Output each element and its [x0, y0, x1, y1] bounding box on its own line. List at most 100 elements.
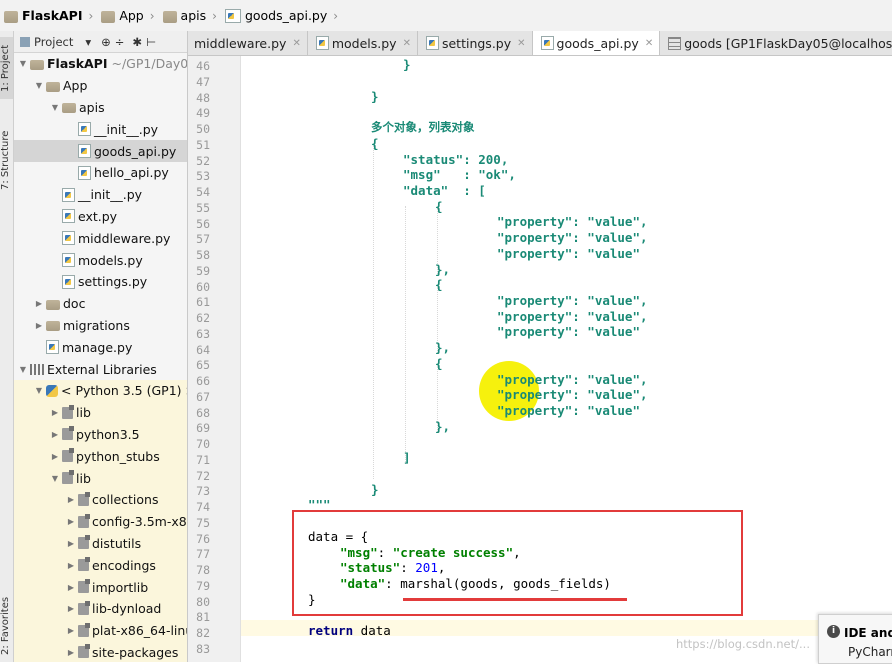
expand-arrow-icon[interactable]: ▼ — [18, 59, 28, 68]
notification-popup[interactable]: i IDE and PyCharm — [818, 614, 892, 664]
tree-item-apis[interactable]: ▼ apis — [14, 97, 187, 119]
breadcrumb-item-goods-api[interactable]: goods_api.py › — [221, 4, 342, 28]
tree-item-collections[interactable]: ▶ collections — [14, 488, 187, 511]
tab-goods-table[interactable]: goods [GP1FlaskDay05@localhost]✕ — [660, 31, 892, 55]
tab-models-py[interactable]: models.py ✕ — [308, 31, 418, 55]
line-number: 59 — [196, 263, 210, 278]
tree-item-plat-linux[interactable]: ▶ plat-x86_64-linux — [14, 619, 187, 642]
project-view-selector[interactable]: Project — [34, 35, 73, 49]
project-toolbar: Project ▾ ⊕ ÷ ✱ ⊢ — [14, 31, 187, 53]
tree-item-python35[interactable]: ▶ python3.5 — [14, 423, 187, 446]
tree-item-site-packages[interactable]: ▶ site-packages — [14, 641, 187, 662]
collapsed-arrow-icon[interactable]: ▶ — [66, 539, 76, 548]
breadcrumb-item-apis[interactable]: apis › — [159, 4, 221, 28]
close-icon[interactable]: ✕ — [645, 38, 653, 49]
collapsed-arrow-icon[interactable]: ▶ — [34, 299, 44, 308]
python-file-icon — [78, 165, 91, 180]
line-number: 48 — [196, 90, 210, 105]
tree-item-lib[interactable]: ▶ lib — [14, 401, 187, 424]
close-icon[interactable]: ✕ — [403, 38, 411, 49]
tree-item-init-py[interactable]: __init__.py — [14, 118, 187, 140]
expand-arrow-icon[interactable]: ▼ — [34, 386, 44, 395]
annotation-red-underline — [403, 598, 627, 601]
code-line-66: "property": "value", — [497, 372, 648, 387]
tree-item-python-sdk[interactable]: ▼ < Python 3.5 (GP1) > — [14, 379, 187, 402]
code-line-71: ] — [403, 450, 411, 465]
tree-item-hello-api-py[interactable]: hello_api.py — [14, 162, 187, 184]
collapsed-arrow-icon[interactable]: ▶ — [66, 604, 76, 613]
line-number: 73 — [196, 484, 210, 499]
folder-icon — [62, 103, 76, 114]
tree-item-goods-api-py[interactable]: goods_api.py — [14, 140, 187, 162]
tree-item-migrations[interactable]: ▶ migrations — [14, 315, 187, 337]
notification-title: IDE and — [844, 626, 892, 640]
tree-item-flaskapi[interactable]: ▼ FlaskAPI ~/GP1/Day05 — [14, 53, 187, 75]
collapsed-arrow-icon[interactable]: ▶ — [66, 648, 76, 657]
tree-item-app-init-py[interactable]: __init__.py — [14, 184, 187, 206]
tree-item-external-libraries[interactable]: ▼ External Libraries — [14, 358, 187, 380]
tree-item-python-stubs[interactable]: ▶ python_stubs — [14, 445, 187, 468]
collapsed-arrow-icon[interactable]: ▶ — [66, 626, 76, 635]
gear-icon[interactable]: ✱ — [132, 35, 142, 49]
python-file-icon — [224, 8, 241, 23]
tree-item-lib-expanded[interactable]: ▼ lib — [14, 467, 187, 489]
chevron-down-icon[interactable]: ▾ — [85, 35, 91, 49]
expand-arrow-icon[interactable]: ▼ — [50, 474, 60, 483]
expand-arrow-icon[interactable]: ▼ — [34, 81, 44, 90]
line-number-gutter: 46 47 48 49 50 51 52 53 54 55 56 57 58 59 60 61 62 63 64 65… — [188, 56, 241, 662]
code-line-67: "property": "value", — [497, 387, 648, 402]
collapsed-arrow-icon[interactable]: ▶ — [50, 408, 60, 417]
collapsed-arrow-icon[interactable]: ▶ — [34, 321, 44, 330]
tab-middleware-py[interactable]: middleware.py ✕ — [188, 31, 308, 55]
collapsed-arrow-icon[interactable]: ▶ — [50, 452, 60, 461]
settings-gear-icon[interactable]: ⊕ — [101, 35, 111, 49]
breadcrumb-item-flaskapi[interactable]: FlaskAPI › — [0, 4, 97, 28]
expand-arrow-icon[interactable]: ▼ — [18, 365, 28, 374]
tree-item-distutils[interactable]: ▶ distutils — [14, 532, 187, 555]
line-number: 76 — [196, 531, 210, 546]
tree-item-encodings[interactable]: ▶ encodings — [14, 554, 187, 577]
tab-structure-tool[interactable]: 7: Structure — [0, 121, 13, 199]
close-icon[interactable]: ✕ — [292, 38, 300, 49]
library-icon — [30, 363, 44, 375]
tree-item-doc[interactable]: ▶ doc — [14, 293, 187, 315]
line-number: 67 — [196, 389, 210, 404]
tree-item-lib-dynload[interactable]: ▶ lib-dynload — [14, 597, 187, 620]
tab-favorites-tool[interactable]: 2: Favorites — [0, 591, 13, 661]
tool-window-strip: 1: Project 7: Structure 2: Favorites — [0, 31, 14, 662]
hide-icon[interactable]: ⊢ — [146, 35, 156, 49]
expand-arrow-icon[interactable]: ▼ — [50, 103, 60, 112]
tree-item-importlib[interactable]: ▶ importlib — [14, 576, 187, 598]
collapsed-arrow-icon[interactable]: ▶ — [66, 495, 76, 504]
folder-icon — [162, 10, 177, 23]
code-line-68: "property": "value" — [497, 403, 640, 418]
breadcrumb-item-app[interactable]: App › — [97, 4, 158, 28]
line-number: 52 — [196, 153, 210, 168]
directory-icon — [62, 470, 74, 485]
tree-item-settings-py[interactable]: settings.py — [14, 271, 187, 293]
tree-item-manage-py[interactable]: manage.py — [14, 336, 187, 358]
line-number: 64 — [196, 342, 210, 357]
collapsed-arrow-icon[interactable]: ▶ — [66, 583, 76, 592]
project-panel: Project ▾ ⊕ ÷ ✱ ⊢ ▼ FlaskAPI ~/GP1/Day05… — [14, 31, 188, 662]
project-view-icon — [20, 36, 30, 47]
tab-project-tool[interactable]: 1: Project — [0, 37, 13, 99]
collapsed-arrow-icon[interactable]: ▶ — [66, 517, 76, 526]
tree-item-app[interactable]: ▼ App — [14, 75, 187, 97]
tree-item-middleware-py[interactable]: middleware.py — [14, 227, 187, 249]
collapsed-arrow-icon[interactable]: ▶ — [66, 561, 76, 570]
tree-item-models-py[interactable]: models.py — [14, 249, 187, 271]
collapsed-arrow-icon[interactable]: ▶ — [50, 430, 60, 439]
tree-item-config[interactable]: ▶ config-3.5m-x86 — [14, 510, 187, 533]
breadcrumb: FlaskAPI › App › apis › goods_api.py › — [0, 0, 892, 32]
collapse-icon[interactable]: ÷ — [115, 35, 125, 49]
code-line-82: return data — [308, 623, 391, 638]
tab-goods-api-py[interactable]: goods_api.py ✕ — [532, 31, 661, 55]
line-number: 69 — [196, 421, 210, 436]
line-number: 77 — [196, 547, 210, 562]
directory-icon — [78, 579, 90, 594]
tab-settings-py[interactable]: settings.py ✕ — [418, 31, 533, 55]
tree-item-ext-py[interactable]: ext.py — [14, 206, 187, 228]
line-number: 63 — [196, 326, 210, 341]
close-icon[interactable]: ✕ — [517, 38, 525, 49]
